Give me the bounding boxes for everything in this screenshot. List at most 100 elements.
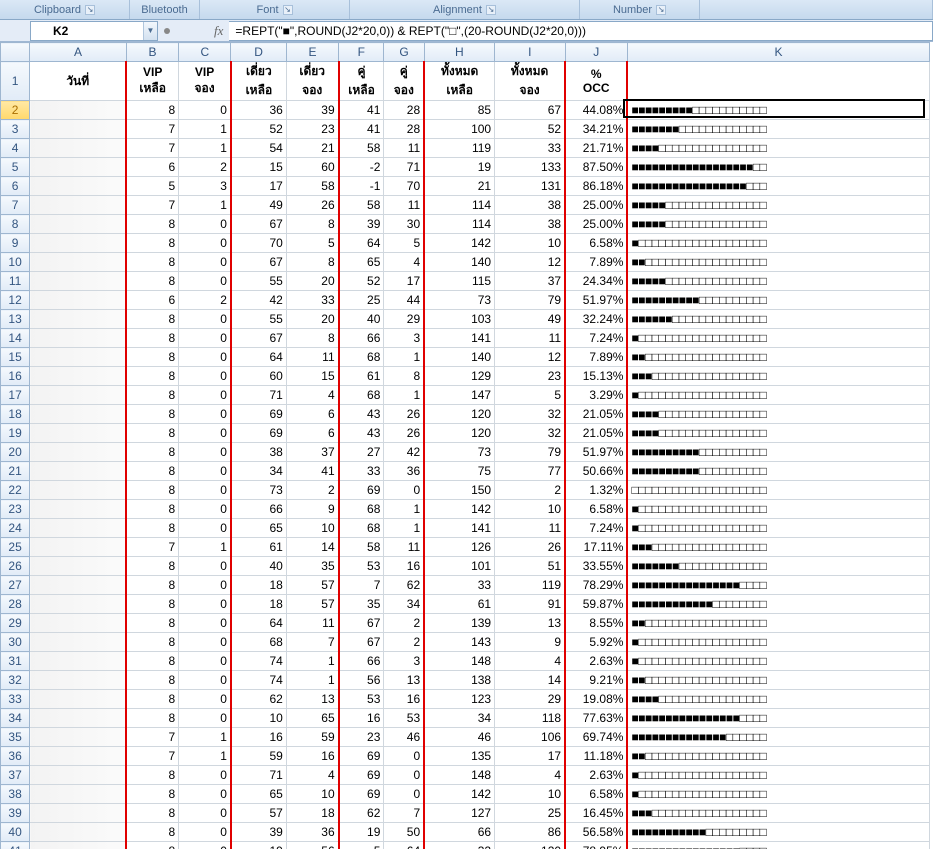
cell[interactable]: 6 (286, 405, 338, 424)
cell[interactable]: 10 (286, 785, 338, 804)
cell[interactable]: 64 (384, 842, 424, 849)
cell[interactable]: 79 (495, 291, 565, 310)
cell[interactable]: 5 (339, 842, 384, 849)
cell[interactable]: 101 (424, 557, 494, 576)
cell[interactable]: 51 (495, 557, 565, 576)
cell[interactable]: 11 (495, 329, 565, 348)
cell-bar[interactable]: □□□□□□□□□□□□□□□□□□□□ (627, 481, 929, 500)
cell-date[interactable] (30, 253, 127, 272)
cell[interactable]: 68 (339, 386, 384, 405)
cell[interactable]: 4 (286, 766, 338, 785)
cell[interactable]: 123 (424, 690, 494, 709)
cell[interactable]: 11 (286, 348, 338, 367)
row-header[interactable]: 7 (1, 196, 30, 215)
cell[interactable]: 4 (495, 652, 565, 671)
cell-bar[interactable]: ■■■■■■□□□□□□□□□□□□□□ (627, 310, 929, 329)
cell[interactable]: 8 (126, 462, 178, 481)
cell[interactable]: 15 (231, 158, 286, 177)
cell[interactable]: 71 (231, 386, 286, 405)
cell-bar[interactable]: ■■■■■■■■■■■■■■■■□□□□ (627, 576, 929, 595)
cell-pct[interactable]: 7.24% (565, 519, 627, 538)
cell[interactable]: 7 (126, 538, 178, 557)
cell-date[interactable] (30, 329, 127, 348)
cell[interactable]: 2 (495, 481, 565, 500)
cell[interactable]: 8 (126, 633, 178, 652)
cell[interactable]: 58 (339, 139, 384, 158)
cell[interactable]: 8 (126, 310, 178, 329)
cell[interactable]: 70 (384, 177, 424, 196)
cell[interactable]: 25 (339, 291, 384, 310)
cell[interactable]: 0 (179, 253, 231, 272)
cell[interactable]: 19 (424, 158, 494, 177)
cell-bar[interactable]: ■■■■■■■■■■■■■■■■□□□□ (627, 709, 929, 728)
cell[interactable]: 36 (384, 462, 424, 481)
cell[interactable]: 0 (179, 804, 231, 823)
cell[interactable]: 66 (231, 500, 286, 519)
cell-bar[interactable]: ■□□□□□□□□□□□□□□□□□□□ (627, 234, 929, 253)
col-header[interactable]: J (565, 43, 627, 62)
cell[interactable]: 0 (179, 272, 231, 291)
cell-pct[interactable]: 7.24% (565, 329, 627, 348)
cell-date[interactable] (30, 101, 127, 120)
cell[interactable]: 8 (126, 576, 178, 595)
cell-bar[interactable]: ■■■■■■■■■□□□□□□□□□□□ (627, 101, 929, 120)
cell[interactable]: 11 (384, 196, 424, 215)
cell-date[interactable] (30, 785, 127, 804)
cell[interactable]: 75 (424, 462, 494, 481)
cell[interactable]: 8 (126, 804, 178, 823)
cell-date[interactable] (30, 367, 127, 386)
cell[interactable]: 74 (231, 652, 286, 671)
cell[interactable]: 74 (231, 671, 286, 690)
cell-date[interactable] (30, 842, 127, 849)
cell[interactable]: 65 (231, 785, 286, 804)
cell-bar[interactable]: ■□□□□□□□□□□□□□□□□□□□ (627, 386, 929, 405)
cell[interactable]: 119 (424, 139, 494, 158)
cell[interactable]: 115 (424, 272, 494, 291)
hdr-pct-occ[interactable]: %OCC (565, 62, 627, 101)
cell[interactable]: 19 (339, 823, 384, 842)
cell-date[interactable] (30, 158, 127, 177)
cell[interactable]: 61 (339, 367, 384, 386)
hdr-single-book[interactable]: เดี่ยวจอง (286, 62, 338, 101)
cell-date[interactable] (30, 272, 127, 291)
row-header[interactable]: 5 (1, 158, 30, 177)
cell[interactable]: 40 (339, 310, 384, 329)
cell[interactable]: 8 (126, 253, 178, 272)
cell[interactable]: 58 (339, 538, 384, 557)
cell[interactable]: 62 (231, 690, 286, 709)
cell[interactable]: 53 (339, 557, 384, 576)
ribbon-group-alignment[interactable]: Alignment ↘ (350, 0, 580, 19)
cell[interactable]: 1 (286, 671, 338, 690)
cell[interactable]: 58 (286, 177, 338, 196)
cell[interactable]: 20 (286, 310, 338, 329)
cell[interactable]: 69 (231, 405, 286, 424)
cell[interactable]: 0 (179, 386, 231, 405)
cell-bar[interactable]: ■■■■■□□□□□□□□□□□□□□□ (627, 215, 929, 234)
cell[interactable]: 39 (339, 215, 384, 234)
cell[interactable]: 34 (384, 595, 424, 614)
cell[interactable]: 70 (231, 234, 286, 253)
cell[interactable]: 7 (339, 576, 384, 595)
cell[interactable]: 11 (286, 614, 338, 633)
cell[interactable]: 23 (286, 120, 338, 139)
cell[interactable]: 8 (126, 348, 178, 367)
cell[interactable]: 0 (179, 842, 231, 849)
cell[interactable]: 27 (339, 443, 384, 462)
cell[interactable]: 33 (286, 291, 338, 310)
row-header[interactable]: 4 (1, 139, 30, 158)
cell[interactable]: 2 (384, 633, 424, 652)
cell[interactable]: 65 (231, 519, 286, 538)
cell[interactable]: 34 (231, 462, 286, 481)
cell-date[interactable] (30, 671, 127, 690)
cell-pct[interactable]: 2.63% (565, 766, 627, 785)
cell-date[interactable] (30, 519, 127, 538)
cell-pct[interactable]: 78.29% (565, 576, 627, 595)
cell[interactable]: 141 (424, 519, 494, 538)
cell[interactable]: 52 (495, 120, 565, 139)
cell-bar[interactable]: ■■■■□□□□□□□□□□□□□□□□ (627, 690, 929, 709)
cell[interactable]: 73 (424, 291, 494, 310)
cell-date[interactable] (30, 652, 127, 671)
cell[interactable]: 13 (286, 690, 338, 709)
cell[interactable]: 57 (231, 804, 286, 823)
cell[interactable]: 18 (231, 576, 286, 595)
